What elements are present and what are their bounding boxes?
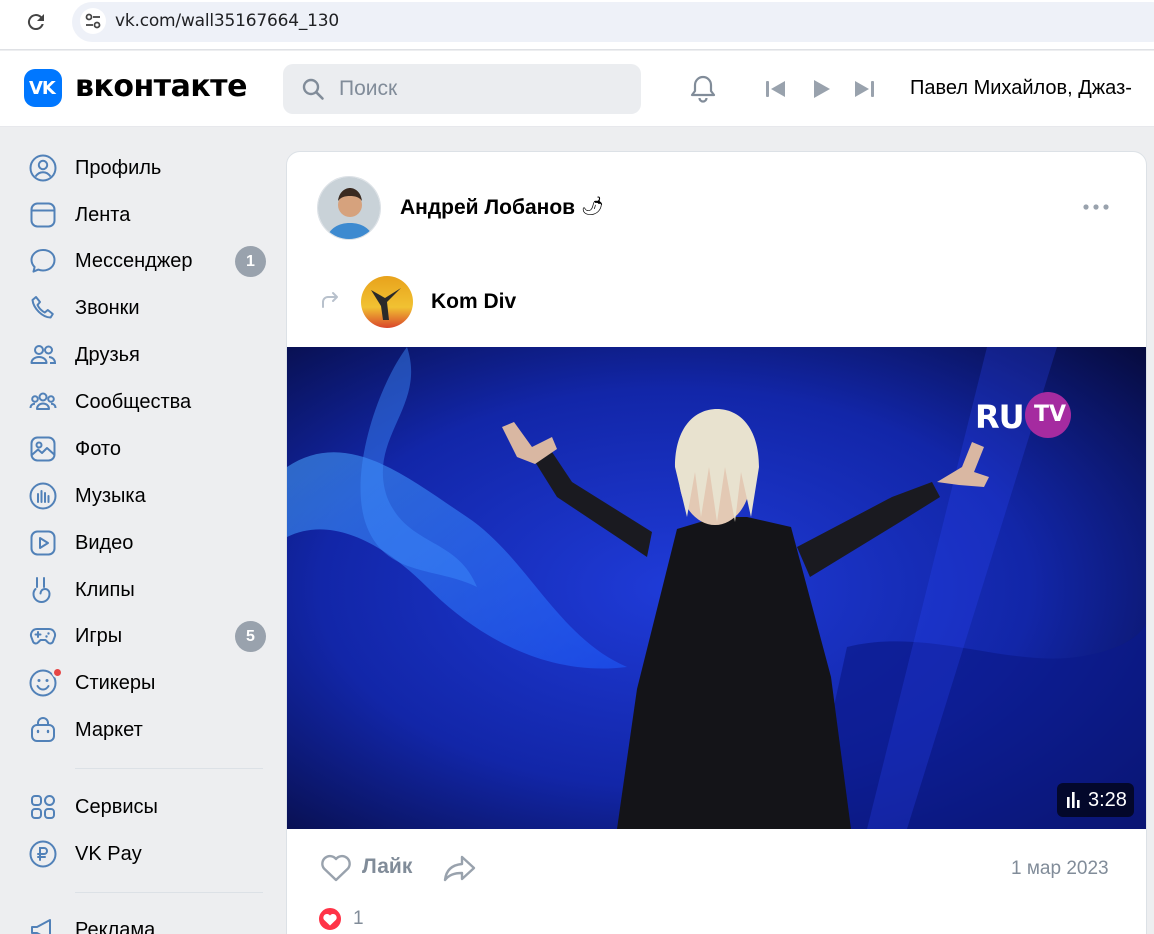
video-player[interactable]: RU TV 3:28: [287, 347, 1146, 829]
repost-arrow-icon: [322, 292, 338, 308]
sidebar-item-profile[interactable]: Профиль: [28, 148, 268, 188]
sidebar-item-label: Мессенджер: [75, 250, 193, 272]
left-navigation: Профиль Лента Мессенджер 1 Звонки Друзья…: [0, 128, 285, 934]
phone-icon: [31, 296, 54, 319]
sidebar-item-label: Видео: [75, 532, 134, 554]
sidebar-item-label: Музыка: [75, 485, 146, 507]
sidebar-item-messenger[interactable]: Мессенджер 1: [28, 241, 268, 281]
next-track-icon[interactable]: [848, 73, 880, 105]
video-duration: 3:28: [1088, 789, 1127, 811]
like-button[interactable]: Лайк: [319, 850, 419, 886]
sidebar-item-label: Друзья: [75, 344, 140, 366]
megaphone-icon: [31, 919, 51, 934]
sidebar-item-ads[interactable]: Реклама: [28, 910, 268, 934]
wall-post: Андрей Лобанов 🌶 Kom Div RU TV 3:28 Лайк…: [286, 151, 1147, 934]
sidebar-item-music[interactable]: Музыка: [28, 476, 268, 516]
gamepad-icon: [29, 627, 57, 645]
ruble-coin-icon: [29, 840, 57, 868]
message-icon: [30, 249, 56, 273]
channel-logo-right: TV: [1034, 402, 1067, 427]
sidebar-item-calls[interactable]: Звонки: [28, 288, 268, 328]
services-grid-icon: [31, 795, 55, 819]
search-icon: [302, 78, 324, 100]
sidebar-item-label: Реклама: [75, 919, 156, 934]
sidebar-item-photos[interactable]: Фото: [28, 429, 268, 469]
sidebar-item-label: Лента: [75, 204, 131, 226]
sidebar-item-label: Стикеры: [75, 672, 156, 694]
photo-icon: [30, 436, 56, 462]
sidebar-item-market[interactable]: Маркет: [28, 710, 268, 750]
sidebar-item-communities[interactable]: Сообщества: [28, 382, 268, 422]
music-icon: [29, 482, 57, 510]
bell-icon[interactable]: [687, 73, 719, 105]
channel-logo-left: RU: [975, 398, 1025, 436]
post-author-name[interactable]: Андрей Лобанов: [400, 196, 575, 220]
sidebar-item-label: Сервисы: [75, 796, 158, 818]
vk-header: VK вконтакте Павел Михайлов, Джаз-: [0, 51, 1154, 127]
video-duration-badge: 3:28: [1057, 783, 1134, 817]
play-icon[interactable]: [805, 73, 837, 105]
sidebar-divider: [75, 892, 263, 893]
previous-track-icon[interactable]: [760, 73, 792, 105]
sidebar-item-video[interactable]: Видео: [28, 523, 268, 563]
sidebar-item-label: Маркет: [75, 719, 143, 741]
post-date[interactable]: 1 мар 2023: [1011, 858, 1109, 880]
site-info-icon[interactable]: [80, 8, 106, 34]
sidebar-item-friends[interactable]: Друзья: [28, 335, 268, 375]
friends-icon: [30, 345, 57, 364]
vk-logo-text: VK: [29, 78, 56, 99]
now-playing-track[interactable]: Павел Михайлов, Джаз-: [910, 77, 1132, 100]
like-label: Лайк: [362, 855, 413, 878]
heart-outline-icon: [321, 854, 351, 882]
repost-source-avatar[interactable]: [361, 276, 413, 328]
sidebar-item-label: Профиль: [75, 157, 162, 179]
sidebar-item-label: VK Pay: [75, 843, 142, 865]
reload-icon[interactable]: [24, 10, 48, 34]
sidebar-item-services[interactable]: Сервисы: [28, 787, 268, 827]
sidebar-divider: [75, 768, 263, 769]
vk-logo[interactable]: VK: [24, 69, 62, 107]
unread-badge: 1: [235, 246, 266, 277]
news-feed-icon: [30, 202, 56, 228]
communities-icon: [29, 392, 57, 410]
sidebar-item-vk-pay[interactable]: VK Pay: [28, 834, 268, 874]
more-options-icon[interactable]: [1081, 197, 1111, 217]
sidebar-item-label: Сообщества: [75, 391, 192, 413]
sidebar-item-label: Клипы: [75, 579, 135, 601]
sidebar-item-games[interactable]: Игры 5: [28, 616, 268, 656]
sidebar-item-feed[interactable]: Лента: [28, 195, 268, 235]
video-icon: [30, 530, 56, 556]
sidebar-item-label: Фото: [75, 438, 121, 460]
search-box[interactable]: [283, 64, 641, 114]
reaction-heart-icon[interactable]: [317, 906, 343, 932]
user-circle-icon: [29, 154, 57, 182]
author-status-emoji: 🌶: [581, 196, 604, 216]
sidebar-item-stickers[interactable]: Стикеры: [28, 663, 268, 703]
search-input[interactable]: [339, 74, 629, 104]
sidebar-item-clips[interactable]: Клипы: [28, 570, 268, 610]
reaction-count[interactable]: 1: [353, 908, 364, 930]
views-bars-icon: [1067, 792, 1080, 808]
notification-dot: [52, 667, 63, 678]
url-text[interactable]: vk.com/wall35167664_130: [115, 11, 339, 31]
sidebar-item-label: Игры: [75, 625, 123, 647]
market-bag-icon: [31, 717, 55, 742]
sidebar-item-label: Звонки: [75, 297, 140, 319]
vk-brand-name[interactable]: вконтакте: [75, 69, 247, 104]
clips-icon: [32, 577, 51, 603]
author-avatar[interactable]: [317, 176, 381, 240]
repost-source-name[interactable]: Kom Div: [431, 290, 516, 314]
browser-toolbar: vk.com/wall35167664_130: [0, 0, 1154, 50]
games-badge: 5: [235, 621, 266, 652]
share-arrow-icon[interactable]: [443, 852, 477, 884]
